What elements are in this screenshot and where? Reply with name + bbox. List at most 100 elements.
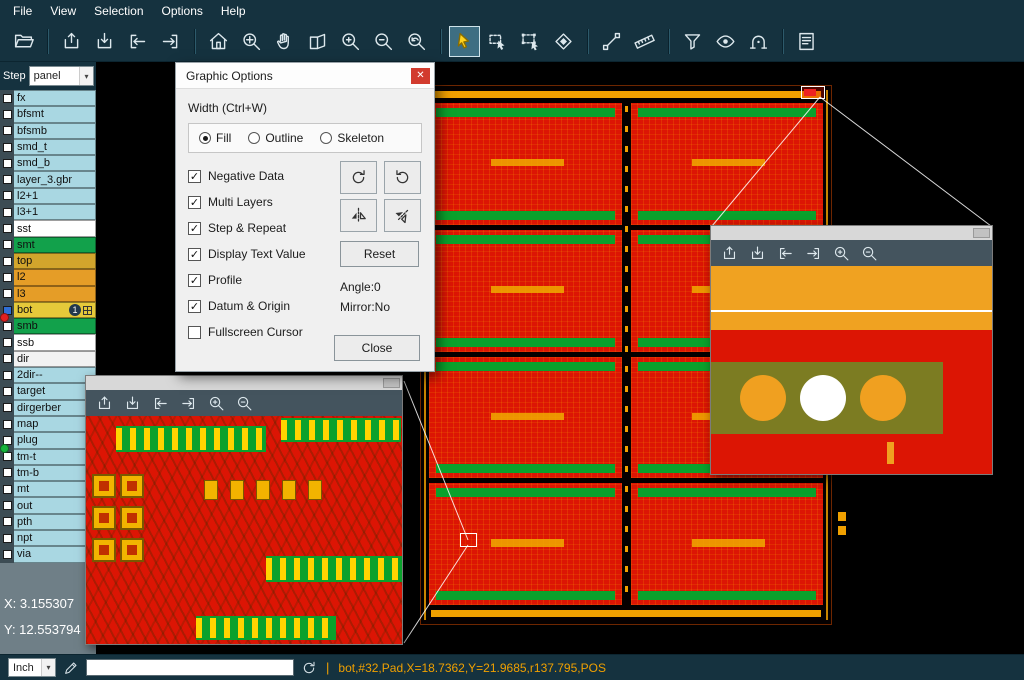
radio-skeleton[interactable]: Skeleton — [320, 131, 384, 145]
layer-row-bfsmb[interactable]: bfsmb — [0, 123, 96, 139]
dialog-close-icon[interactable]: ✕ — [411, 68, 430, 84]
menu-selection[interactable]: Selection — [85, 2, 152, 20]
import-step-button[interactable] — [120, 392, 145, 415]
export-right-button[interactable] — [155, 26, 186, 57]
layer-checkbox[interactable] — [3, 452, 12, 461]
layer-checkbox[interactable] — [3, 534, 12, 543]
layer-name-cell[interactable]: map — [14, 416, 96, 432]
layer-checkbox[interactable] — [3, 501, 12, 510]
layer-checkbox[interactable] — [3, 240, 12, 249]
layer-checkbox[interactable] — [3, 289, 12, 298]
layer-name-cell[interactable]: smd_t — [14, 139, 96, 155]
highlight-eye-button[interactable] — [710, 26, 741, 57]
zoom-in-button[interactable] — [829, 242, 854, 265]
export-step-button[interactable] — [56, 26, 87, 57]
zoom-previous-button[interactable] — [401, 26, 432, 57]
layer-name-cell[interactable]: ssb — [14, 334, 96, 350]
layer-row-l2+1[interactable]: l2+1 — [0, 188, 96, 204]
layer-checkbox[interactable] — [3, 338, 12, 347]
layer-name-cell[interactable]: tm-t — [14, 449, 96, 465]
layer-name-cell[interactable]: tm-b — [14, 465, 96, 481]
export-right-button[interactable] — [801, 242, 826, 265]
measure-line-button[interactable] — [596, 26, 627, 57]
layer-name-cell[interactable]: pth — [14, 514, 96, 530]
layer-name-cell[interactable]: npt — [14, 530, 96, 546]
layer-checkbox[interactable] — [3, 224, 12, 233]
layer-name-cell[interactable]: via — [14, 546, 96, 562]
zoom-out-button[interactable] — [857, 242, 882, 265]
layer-name-cell[interactable]: plug — [14, 432, 96, 448]
zoom-select-button[interactable] — [236, 26, 267, 57]
ruler-button[interactable] — [629, 26, 660, 57]
mirror-h-button[interactable] — [340, 199, 377, 232]
layer-row-smd_b[interactable]: smd_b — [0, 155, 96, 171]
layer-checkbox[interactable] — [3, 110, 12, 119]
window-button[interactable] — [383, 378, 400, 388]
layer-name-cell[interactable]: dir — [14, 351, 96, 367]
magnifier-1-title-bar[interactable] — [86, 376, 402, 390]
layer-row-top[interactable]: top — [0, 253, 96, 269]
layer-name-cell[interactable]: l3+1 — [14, 204, 96, 220]
layer-name-cell[interactable]: smd_b — [14, 155, 96, 171]
layer-name-cell[interactable]: smb — [14, 318, 96, 334]
layer-row-pth[interactable]: pth — [0, 514, 96, 530]
layer-checkbox[interactable] — [3, 485, 12, 494]
menu-file[interactable]: File — [4, 2, 41, 20]
magnifier-window-2[interactable] — [710, 225, 993, 475]
layer-checkbox[interactable] — [3, 371, 12, 380]
layer-row-smb[interactable]: smb — [0, 318, 96, 334]
layer-row-l2[interactable]: l2 — [0, 269, 96, 285]
layer-row-map[interactable]: map — [0, 416, 96, 432]
radio-fill[interactable]: Fill — [199, 131, 231, 145]
import-step-button[interactable] — [745, 242, 770, 265]
layer-row-smt[interactable]: smt — [0, 237, 96, 253]
layer-row-sst[interactable]: sst — [0, 220, 96, 236]
rotate-cw-button[interactable] — [340, 161, 377, 194]
command-input[interactable] — [86, 659, 294, 676]
magnifier-2-title-bar[interactable] — [711, 226, 992, 240]
import-step-button[interactable] — [89, 26, 120, 57]
layer-row-2dir--[interactable]: 2dir-- — [0, 367, 96, 383]
report-button[interactable] — [791, 26, 822, 57]
zoom-out-button[interactable] — [232, 392, 257, 415]
home-view-button[interactable] — [203, 26, 234, 57]
menu-options[interactable]: Options — [153, 2, 212, 20]
layer-name-cell[interactable]: out — [14, 497, 96, 513]
layer-row-bot[interactable]: bot1 — [0, 302, 96, 318]
layer-row-dirgerber[interactable]: dirgerber — [0, 400, 96, 416]
import-left-button[interactable] — [148, 392, 173, 415]
layer-row-via[interactable]: via — [0, 546, 96, 562]
window-button[interactable] — [973, 228, 990, 238]
layer-row-ssb[interactable]: ssb — [0, 334, 96, 350]
layer-checkbox[interactable] — [3, 550, 12, 559]
menu-view[interactable]: View — [41, 2, 85, 20]
layer-name-cell[interactable]: top — [14, 253, 96, 269]
layer-row-fx[interactable]: fx — [0, 90, 96, 106]
layer-name-cell[interactable]: layer_3.gbr — [14, 171, 96, 187]
filter-button[interactable] — [677, 26, 708, 57]
export-right-button[interactable] — [176, 392, 201, 415]
select-group-button[interactable] — [515, 26, 546, 57]
layer-checkbox[interactable] — [3, 191, 12, 200]
layer-checkbox[interactable] — [3, 273, 12, 282]
layer-row-dir[interactable]: dir — [0, 351, 96, 367]
snap-diamond-button[interactable] — [548, 26, 579, 57]
layer-row-npt[interactable]: npt — [0, 530, 96, 546]
open-file-button[interactable] — [8, 26, 39, 57]
export-step-button[interactable] — [92, 392, 117, 415]
draw-mode-icon[interactable] — [63, 660, 79, 676]
unit-select[interactable]: Inch ▾ — [8, 658, 56, 677]
close-button[interactable]: Close — [334, 335, 420, 361]
layer-row-plug[interactable]: plug — [0, 432, 96, 448]
zoom-out-button[interactable] — [368, 26, 399, 57]
net-search-button[interactable] — [743, 26, 774, 57]
layer-checkbox[interactable] — [3, 126, 12, 135]
chevron-down-icon[interactable]: ▾ — [79, 67, 93, 85]
select-rect-button[interactable] — [482, 26, 513, 57]
layer-name-cell[interactable]: sst — [14, 220, 96, 236]
rotate-ccw-button[interactable] — [384, 161, 421, 194]
layer-checkbox[interactable] — [3, 159, 12, 168]
layer-checkbox[interactable] — [3, 403, 12, 412]
layer-row-bfsmt[interactable]: bfsmt — [0, 106, 96, 122]
mirror-v-button[interactable] — [384, 199, 421, 232]
